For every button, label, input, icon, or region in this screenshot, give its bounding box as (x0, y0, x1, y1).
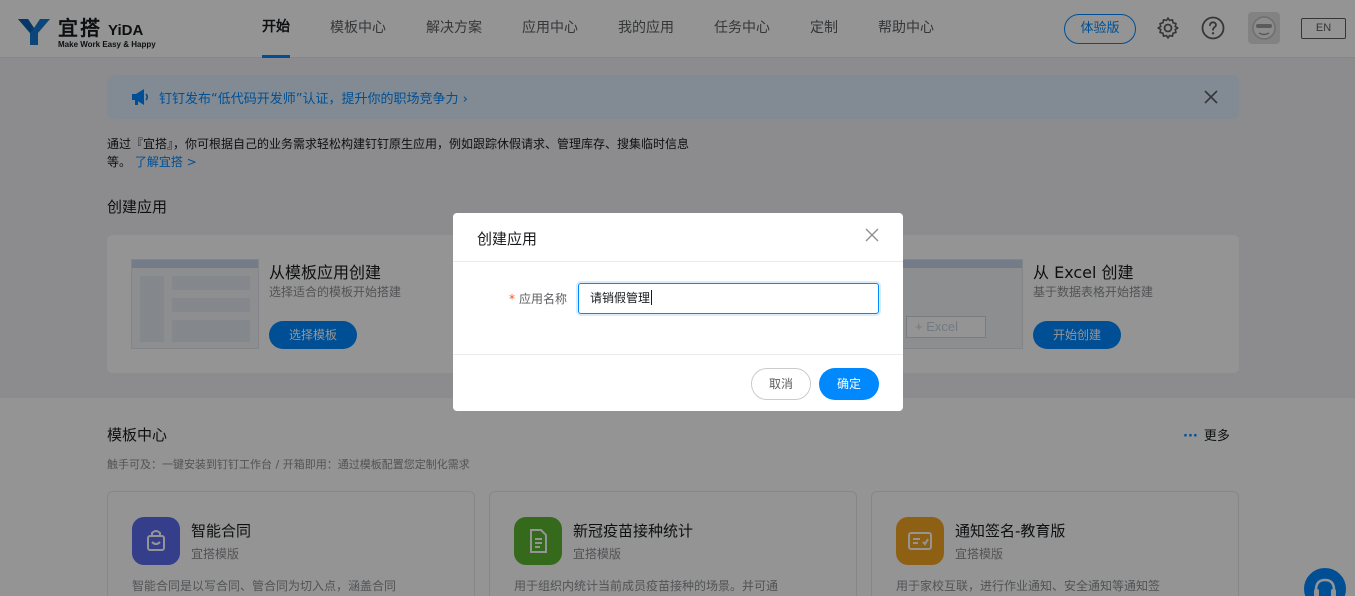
app-name-label-text: 应用名称 (519, 292, 568, 306)
cancel-button[interactable]: 取消 (751, 368, 811, 400)
app-name-input[interactable]: 请销假管理 (578, 283, 879, 314)
confirm-button[interactable]: 确定 (819, 368, 879, 400)
dialog-footer: 取消 确定 (453, 354, 903, 411)
app-name-label: * 应用名称 (509, 290, 567, 307)
create-app-dialog: 创建应用 * 应用名称 请销假管理 取消 确定 (453, 213, 903, 411)
dialog-title: 创建应用 (477, 230, 538, 248)
close-icon[interactable] (865, 228, 879, 242)
text-caret (651, 290, 653, 305)
app-name-value: 请销假管理 (590, 291, 651, 305)
required-mark: * (509, 292, 515, 306)
dialog-header: 创建应用 (453, 213, 903, 262)
